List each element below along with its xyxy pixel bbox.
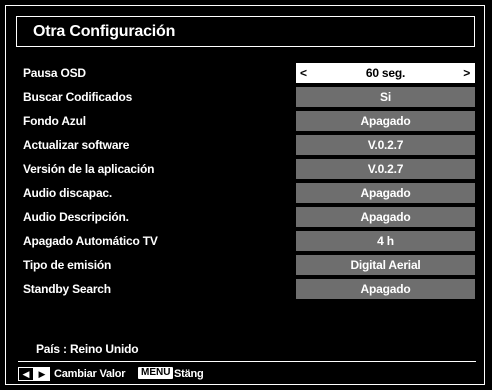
settings-row-version-aplicacion[interactable]: Versión de la aplicación V.0.2.7 (23, 159, 475, 179)
setting-value[interactable]: V.0.2.7 (296, 159, 475, 179)
settings-row-buscar-codificados[interactable]: Buscar Codificados Si (23, 87, 475, 107)
settings-row-actualizar-software[interactable]: Actualizar software V.0.2.7 (23, 135, 475, 155)
setting-label: Standby Search (23, 282, 111, 296)
chevron-right-icon[interactable]: > (463, 63, 470, 83)
settings-row-apagado-automatico[interactable]: Apagado Automático TV 4 h (23, 231, 475, 251)
settings-row-audio-discapac[interactable]: Audio discapac. Apagado (23, 183, 475, 203)
setting-label: Fondo Azul (23, 114, 86, 128)
setting-label: Audio Descripción. (23, 210, 129, 224)
setting-label: Tipo de emisión (23, 258, 112, 272)
settings-row-pausa-osd[interactable]: Pausa OSD < 60 seg. > (23, 63, 475, 83)
footer-help-bar: ◀ ▶ Cambiar Valor MENU Stäng (18, 367, 478, 383)
left-right-keys: ◀ ▶ (18, 367, 52, 381)
setting-value[interactable]: V.0.2.7 (296, 135, 475, 155)
setting-value: 60 seg. (365, 66, 406, 80)
footer-divider (18, 361, 476, 362)
close-hint: Stäng (174, 368, 204, 380)
setting-label: Pausa OSD (23, 66, 86, 80)
setting-label: Apagado Automático TV (23, 234, 158, 248)
setting-label: Actualizar software (23, 138, 130, 152)
settings-row-audio-descripcion[interactable]: Audio Descripción. Apagado (23, 207, 475, 227)
setting-value[interactable]: 4 h (296, 231, 475, 251)
settings-row-fondo-azul[interactable]: Fondo Azul Apagado (23, 111, 475, 131)
left-arrow-key-icon: ◀ (18, 367, 34, 381)
setting-value[interactable]: Digital Aerial (296, 255, 475, 275)
page-title: Otra Configuración (33, 23, 176, 40)
title-bar: Otra Configuración (16, 16, 475, 47)
right-arrow-key-icon: ▶ (34, 367, 50, 381)
setting-value[interactable]: Apagado (296, 279, 475, 299)
chevron-left-icon[interactable]: < (300, 63, 307, 83)
change-value-hint: Cambiar Valor (54, 368, 126, 380)
setting-value[interactable]: Apagado (296, 183, 475, 203)
setting-value[interactable]: Si (296, 87, 475, 107)
setting-value[interactable]: Apagado (296, 207, 475, 227)
country-status: País : Reino Unido (36, 342, 139, 356)
setting-label: Versión de la aplicación (23, 162, 155, 176)
setting-value[interactable]: Apagado (296, 111, 475, 131)
settings-row-tipo-emision[interactable]: Tipo de emisión Digital Aerial (23, 255, 475, 275)
setting-value-selector[interactable]: < 60 seg. > (296, 63, 475, 83)
setting-label: Audio discapac. (23, 186, 113, 200)
settings-row-standby-search[interactable]: Standby Search Apagado (23, 279, 475, 299)
setting-label: Buscar Codificados (23, 90, 133, 104)
menu-key-badge: MENU (138, 367, 174, 379)
